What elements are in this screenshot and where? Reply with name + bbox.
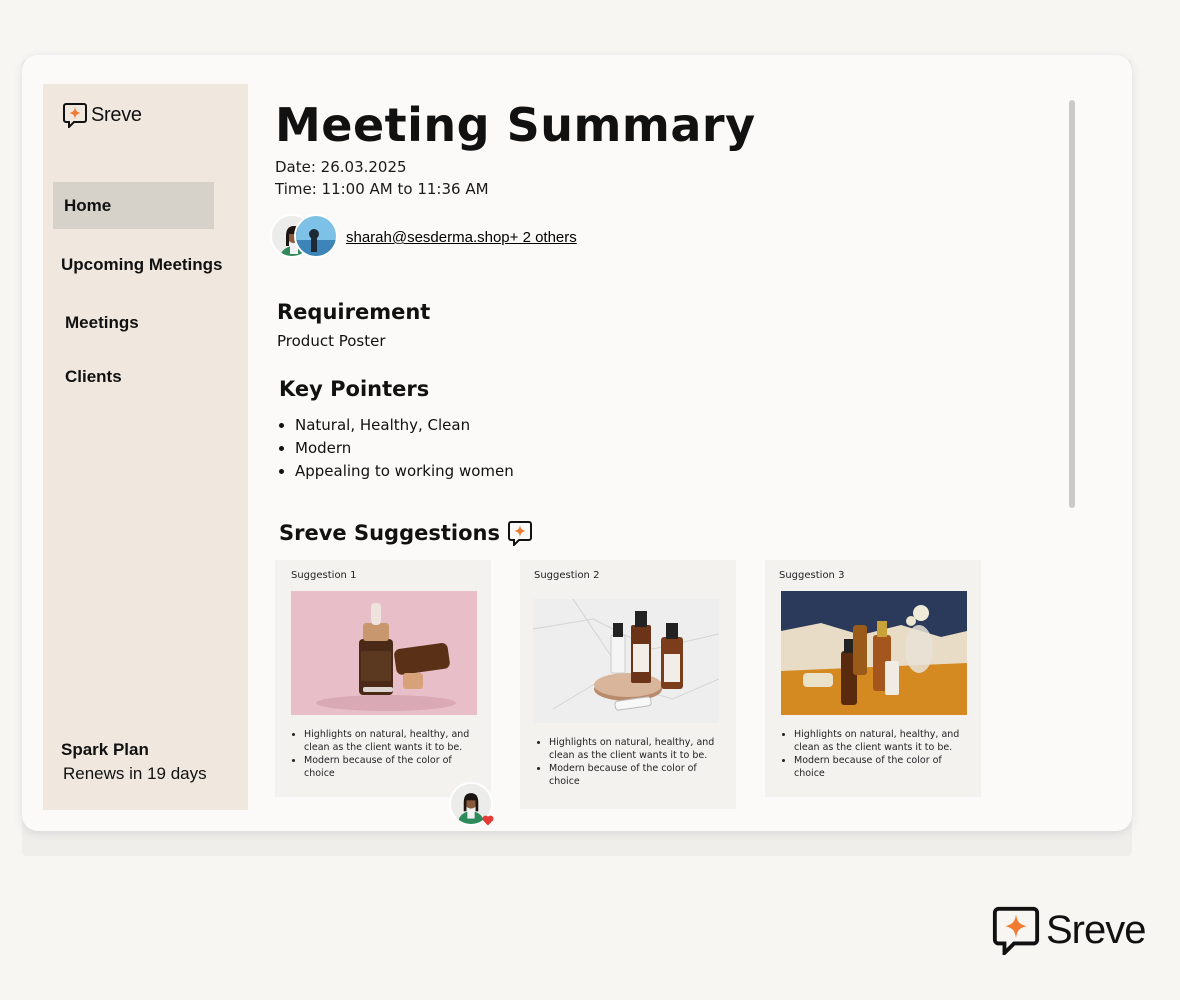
scrollbar[interactable] [1069,100,1075,508]
card-points: Highlights on natural, healthy, and clea… [291,728,479,780]
list-item: Highlights on natural, healthy, and clea… [549,736,724,762]
requirement-value: Product Poster [277,332,386,350]
sreve-logo-icon [992,906,1040,955]
sreve-logo-icon [63,103,87,128]
list-item: Natural, Healthy, Clean [295,414,514,437]
sparkle-chat-icon [507,521,532,546]
participant-avatars[interactable] [270,214,340,260]
card-label: Suggestion 1 [291,570,357,581]
list-item: Appealing to working women [295,460,514,483]
logo-text: Sreve [91,103,142,126]
brand-logo: Sreve [992,905,1146,955]
nav-meetings[interactable]: Meetings [65,313,139,333]
nav-upcoming-meetings[interactable]: Upcoming Meetings [61,255,223,275]
key-pointers-list: Natural, Healthy, Clean Modern Appealing… [275,414,514,483]
nav-home[interactable]: Home [53,182,214,229]
suggestion-card-1[interactable]: Suggestion 1 Highlights on natural, heal… [275,560,491,797]
suggestions-header: Sreve Suggestions [279,520,532,546]
participants-link[interactable]: sharah@sesderma.shop+ 2 others [346,229,577,246]
list-item: Modern because of the color of choice [304,754,479,780]
requirement-heading: Requirement [277,300,431,324]
bottles-on-marble-photo [533,599,719,723]
amber-bottles-on-orange-cloth-photo [781,591,967,715]
list-item: Highlights on natural, healthy, and clea… [794,728,969,754]
reaction-avatar[interactable] [449,782,494,826]
list-item: Modern [295,437,514,460]
serum-bottles-on-pink-photo [291,591,477,715]
card-label: Suggestion 2 [534,570,600,581]
card-points: Highlights on natural, healthy, and clea… [536,736,724,788]
sidebar-logo[interactable]: Sreve [63,102,142,128]
plan-name: Spark Plan [61,740,149,759]
list-item: Modern because of the color of choice [794,754,969,780]
list-item: Highlights on natural, healthy, and clea… [304,728,479,754]
meeting-date: Date: 26.03.2025 [275,158,407,176]
nav-clients[interactable]: Clients [65,367,122,387]
brand-text: Sreve [1046,907,1146,952]
page-title: Meeting Summary [275,98,756,152]
avatar [294,214,338,258]
suggestion-card-3[interactable]: Suggestion 3 Highlights on natural, heal… [765,560,981,797]
key-pointers-heading: Key Pointers [279,377,430,401]
card-points: Highlights on natural, healthy, and clea… [781,728,969,780]
sidebar: Sreve Home Upcoming Meetings Meetings Cl… [43,84,248,810]
suggestions-heading: Sreve Suggestions [279,521,500,545]
heart-icon [482,815,494,826]
card-label: Suggestion 3 [779,570,845,581]
plan-renewal: Renews in 19 days [63,764,207,783]
meeting-time: Time: 11:00 AM to 11:36 AM [275,180,489,198]
suggestion-card-2[interactable]: Suggestion 2 Highlights on natural, heal… [520,560,736,809]
list-item: Modern because of the color of choice [549,762,724,788]
